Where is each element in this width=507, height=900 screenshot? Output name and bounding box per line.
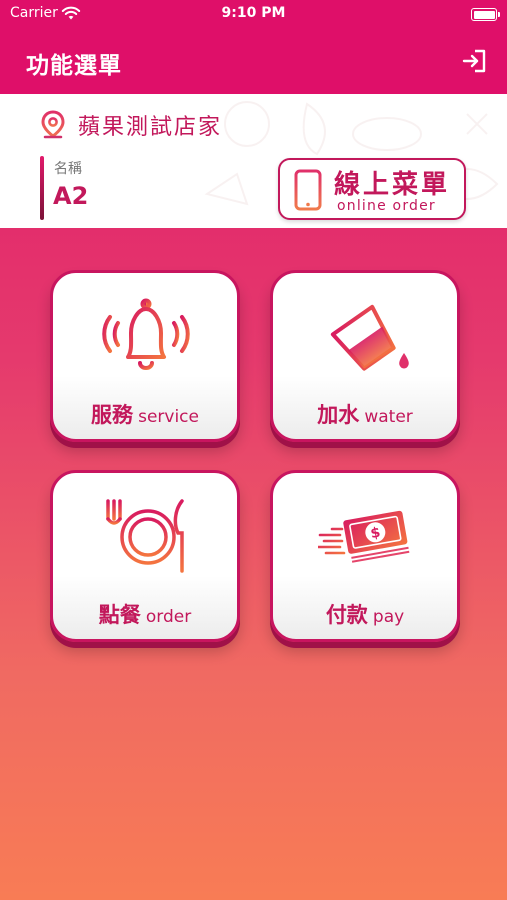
online-order-subtitle: online order <box>337 198 436 214</box>
page-title: 功能選單 <box>26 53 122 79</box>
pay-button[interactable]: $ 付款 pay <box>270 470 460 642</box>
table-label: 名稱 <box>54 161 82 177</box>
order-label: 點餐 order <box>53 599 237 629</box>
battery-icon <box>471 8 500 21</box>
water-button[interactable]: 加水 water <box>270 270 460 442</box>
pay-label: 付款 pay <box>273 599 457 629</box>
water-label: 加水 water <box>273 399 457 429</box>
online-order-title: 線上菜單 <box>334 170 451 200</box>
pay-label-zh: 付款 <box>325 603 368 627</box>
phone-icon <box>294 169 322 211</box>
pay-label-en: pay <box>372 607 405 627</box>
money-icon: $ <box>318 510 410 563</box>
service-label-en: service <box>138 407 199 427</box>
water-label-en: water <box>364 407 413 427</box>
order-label-zh: 點餐 <box>98 603 141 627</box>
water-label-zh: 加水 <box>317 403 360 427</box>
service-label: 服務 service <box>53 399 237 429</box>
clock: 9:10 PM <box>221 5 286 21</box>
online-order-button[interactable]: 線上菜單 online order <box>278 158 466 220</box>
store-row: 蘋果測試店家 <box>40 108 222 142</box>
service-button[interactable]: 服務 service <box>50 270 240 442</box>
table-accent-bar <box>40 156 44 220</box>
table-number: A2 <box>53 182 89 210</box>
navigation-bar: 功能選單 <box>0 30 507 94</box>
service-label-zh: 服務 <box>91 403 133 427</box>
screen: Carrier 9:10 PM 功能選單 蘋果測試店家 名稱 A2 線上菜單 o… <box>0 0 507 900</box>
dining-icon <box>106 499 184 573</box>
order-button[interactable]: 點餐 order <box>50 470 240 642</box>
water-glass-icon <box>330 304 409 371</box>
order-label-en: order <box>145 607 192 627</box>
logout-icon[interactable] <box>461 48 487 74</box>
store-name: 蘋果測試店家 <box>78 115 223 140</box>
location-pin-icon <box>41 110 65 139</box>
bell-icon <box>102 298 190 370</box>
status-bar: Carrier 9:10 PM <box>0 0 507 30</box>
